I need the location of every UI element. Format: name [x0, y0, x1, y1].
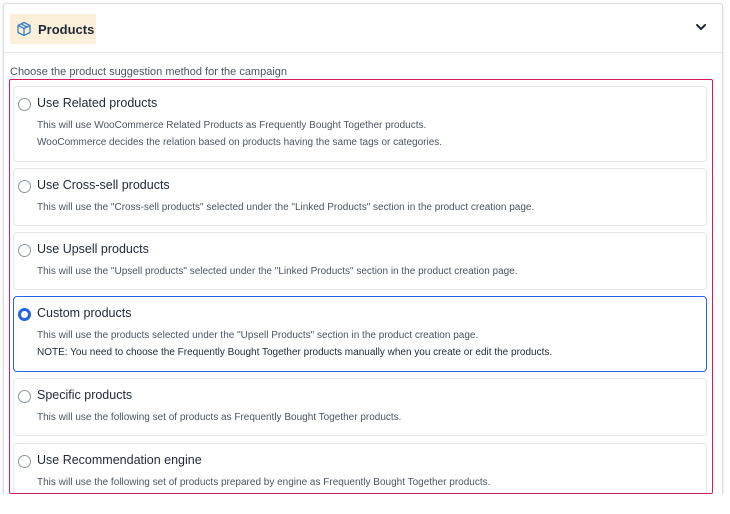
- box-icon: [16, 21, 32, 37]
- option-upsell-products[interactable]: Use Upsell products This will use the "U…: [13, 232, 707, 290]
- option-cross-sell-products[interactable]: Use Cross-sell products This will use th…: [13, 168, 707, 226]
- option-related-products[interactable]: Use Related products This will use WooCo…: [13, 86, 707, 162]
- radio-specific-products[interactable]: [18, 390, 31, 403]
- option-note: NOTE: You need to choose the Frequently …: [37, 347, 553, 358]
- products-header-label[interactable]: Products: [10, 14, 96, 44]
- radio-recommendation-engine[interactable]: [18, 455, 31, 468]
- radio-custom-products[interactable]: [18, 308, 31, 321]
- option-title: Use Upsell products: [37, 242, 149, 256]
- option-description: This will use the following set of produ…: [37, 477, 491, 488]
- option-specific-products[interactable]: Specific products This will use the foll…: [13, 378, 707, 436]
- method-prompt: Choose the product suggestion method for…: [10, 66, 288, 78]
- option-description: This will use the following set of produ…: [37, 412, 402, 423]
- panel-header[interactable]: Products: [4, 4, 722, 53]
- option-description: This will use the "Upsell products" sele…: [37, 266, 518, 277]
- option-title: Use Cross-sell products: [37, 178, 170, 192]
- option-title: Use Related products: [37, 96, 158, 110]
- panel-title: Products: [38, 21, 95, 37]
- option-custom-products[interactable]: Custom products This will use the produc…: [13, 296, 707, 372]
- option-description: This will use the "Cross-sell products" …: [37, 202, 535, 213]
- option-description: This will use WooCommerce Related Produc…: [37, 120, 427, 131]
- radio-related-products[interactable]: [18, 98, 31, 111]
- radio-upsell-products[interactable]: [18, 244, 31, 257]
- option-description: This will use the products selected unde…: [37, 330, 479, 341]
- option-recommendation-engine[interactable]: Use Recommendation engine This will use …: [13, 443, 707, 501]
- page-bottom: [0, 494, 730, 514]
- radio-cross-sell-products[interactable]: [18, 180, 31, 193]
- option-title: Specific products: [37, 388, 133, 402]
- chevron-down-icon[interactable]: [694, 20, 708, 34]
- option-title: Use Recommendation engine: [37, 453, 202, 467]
- option-description: WooCommerce decides the relation based o…: [37, 137, 443, 148]
- option-title: Custom products: [37, 306, 132, 320]
